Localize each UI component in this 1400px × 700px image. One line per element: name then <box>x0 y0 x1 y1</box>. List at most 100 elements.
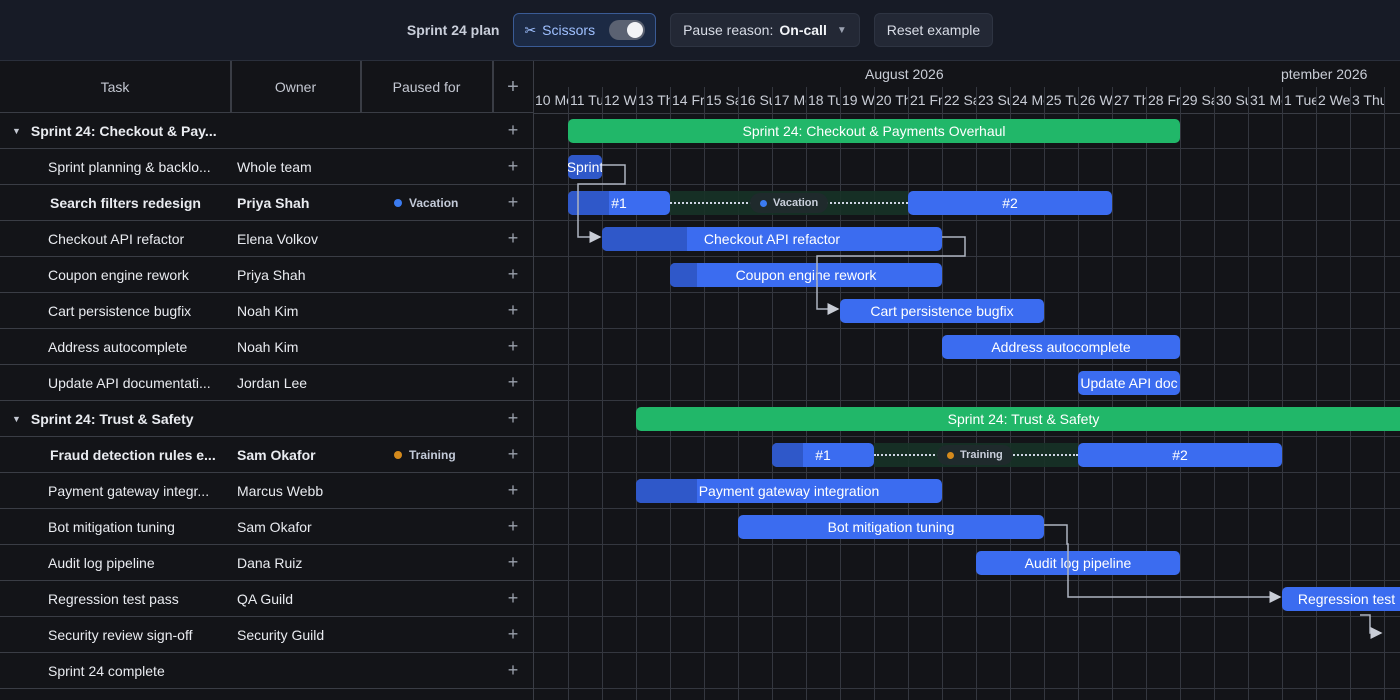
task-cell[interactable]: Audit log pipeline <box>0 545 230 580</box>
owner-cell[interactable] <box>237 653 357 688</box>
task-cell[interactable]: Payment gateway integr... <box>0 473 230 508</box>
paused-cell[interactable]: Training <box>394 437 494 472</box>
chevron-down-icon: ▼ <box>836 24 847 36</box>
add-subtask-button[interactable]: + <box>493 113 533 148</box>
task-row[interactable]: Security review sign-off Security Guild + <box>0 617 533 653</box>
task-row[interactable]: Coupon engine rework Priya Shah + <box>0 257 533 293</box>
pause-reason-dropdown[interactable]: Pause reason: On-call ▼ <box>670 13 860 47</box>
add-subtask-button[interactable]: + <box>493 509 533 544</box>
task-row[interactable]: Cart persistence bugfix Noah Kim + <box>0 293 533 329</box>
task-cell[interactable]: Search filters redesign <box>0 185 230 220</box>
task-cell[interactable]: Address autocomplete <box>0 329 230 364</box>
owner-cell[interactable]: Marcus Webb <box>237 473 357 508</box>
column-header-owner[interactable]: Owner <box>231 61 361 113</box>
task-cell[interactable]: Bot mitigation tuning <box>0 509 230 544</box>
add-subtask-button[interactable]: + <box>493 221 533 256</box>
owner-cell[interactable] <box>237 401 357 436</box>
task-cell[interactable]: Regression test pass <box>0 581 230 616</box>
paused-cell[interactable] <box>394 257 494 292</box>
owner-cell[interactable]: Jordan Lee <box>237 365 357 400</box>
task-row[interactable]: Checkout API refactor Elena Volkov + <box>0 221 533 257</box>
add-subtask-button[interactable]: + <box>493 401 533 436</box>
task-cell[interactable]: Coupon engine rework <box>0 257 230 292</box>
task-cell[interactable]: Sprint 24 complete <box>0 653 230 688</box>
add-subtask-button[interactable]: + <box>493 329 533 364</box>
column-divider[interactable] <box>231 61 232 113</box>
add-subtask-button[interactable]: + <box>493 437 533 472</box>
group-row[interactable]: ▼ Sprint 24: Checkout & Pay... + <box>0 113 533 149</box>
reset-example-button[interactable]: Reset example <box>873 13 994 47</box>
column-header-paused[interactable]: Paused for <box>361 61 493 113</box>
paused-cell[interactable] <box>394 149 494 184</box>
add-subtask-button[interactable]: + <box>493 257 533 292</box>
owner-cell[interactable]: Priya Shah <box>237 185 357 220</box>
task-name: Search filters redesign <box>50 194 201 211</box>
owner-cell[interactable]: Dana Ruiz <box>237 545 357 580</box>
paused-cell[interactable] <box>394 329 494 364</box>
paused-cell[interactable] <box>394 473 494 508</box>
add-subtask-button[interactable]: + <box>493 581 533 616</box>
scissors-toggle-button[interactable]: ✂ Scissors <box>513 13 657 47</box>
paused-cell[interactable] <box>394 221 494 256</box>
column-divider[interactable] <box>493 61 494 113</box>
add-subtask-button[interactable]: + <box>493 473 533 508</box>
owner-cell[interactable]: Noah Kim <box>237 293 357 328</box>
column-divider[interactable] <box>361 61 362 113</box>
paused-cell[interactable] <box>394 653 494 688</box>
task-cell[interactable]: Cart persistence bugfix <box>0 293 230 328</box>
pause-reason: Vacation <box>409 195 459 210</box>
dependency-link <box>1044 524 1282 603</box>
add-subtask-button[interactable]: + <box>493 617 533 652</box>
task-cell[interactable]: ▼ Sprint 24: Trust & Safety <box>0 401 230 436</box>
group-row[interactable]: ▼ Sprint 24: Trust & Safety + <box>0 401 533 437</box>
task-row[interactable]: Address autocomplete Noah Kim + <box>0 329 533 365</box>
task-row[interactable]: Sprint 24 complete + <box>0 653 533 689</box>
task-cell[interactable]: Fraud detection rules e... <box>0 437 230 472</box>
add-subtask-button[interactable]: + <box>493 545 533 580</box>
paused-cell[interactable] <box>394 545 494 580</box>
scissors-switch[interactable] <box>609 20 646 40</box>
owner-cell[interactable]: QA Guild <box>237 581 357 616</box>
add-subtask-button[interactable]: + <box>493 365 533 400</box>
paused-cell[interactable] <box>394 581 494 616</box>
owner-cell[interactable]: Elena Volkov <box>237 221 357 256</box>
task-row[interactable]: Fraud detection rules e... Sam Okafor Trai… <box>0 437 533 473</box>
paused-cell[interactable] <box>394 365 494 400</box>
paused-cell[interactable] <box>394 617 494 652</box>
owner-cell[interactable] <box>237 113 357 148</box>
collapse-caret-icon[interactable]: ▼ <box>12 414 21 424</box>
owner-cell[interactable]: Security Guild <box>237 617 357 652</box>
task-row[interactable]: Update API documentati... Jordan Lee + <box>0 365 533 401</box>
paused-cell[interactable] <box>394 401 494 436</box>
paused-cell[interactable] <box>394 293 494 328</box>
add-subtask-button[interactable]: + <box>493 653 533 688</box>
dependency-link <box>816 236 966 315</box>
owner-cell[interactable]: Priya Shah <box>237 257 357 292</box>
add-subtask-button[interactable]: + <box>493 185 533 220</box>
paused-cell[interactable] <box>394 113 494 148</box>
task-row[interactable]: Regression test pass QA Guild + <box>0 581 533 617</box>
task-cell[interactable]: Security review sign-off <box>0 617 230 652</box>
owner-cell[interactable]: Sam Okafor <box>237 437 357 472</box>
column-header-task[interactable]: Task <box>0 61 231 113</box>
paused-cell[interactable] <box>394 509 494 544</box>
task-cell[interactable]: ▼ Sprint 24: Checkout & Pay... <box>0 113 230 148</box>
owner-cell[interactable]: Noah Kim <box>237 329 357 364</box>
task-row[interactable]: Sprint planning & backlo... Whole team + <box>0 149 533 185</box>
owner-cell[interactable]: Sam Okafor <box>237 509 357 544</box>
task-row[interactable]: Search filters redesign Priya Shah Vacatio… <box>0 185 533 221</box>
task-cell[interactable]: Sprint planning & backlo... <box>0 149 230 184</box>
owner-cell[interactable]: Whole team <box>237 149 357 184</box>
task-row[interactable]: Bot mitigation tuning Sam Okafor + <box>0 509 533 545</box>
task-cell[interactable]: Checkout API refactor <box>0 221 230 256</box>
task-row[interactable]: Audit log pipeline Dana Ruiz + <box>0 545 533 581</box>
add-subtask-button[interactable]: + <box>493 293 533 328</box>
add-subtask-button[interactable]: + <box>493 149 533 184</box>
task-row[interactable]: Payment gateway integr... Marcus Webb + <box>0 473 533 509</box>
pause-reason-value: On-call <box>779 22 827 38</box>
add-column-button[interactable]: + <box>493 61 533 113</box>
task-name: Sprint 24: Trust & Safety <box>30 410 194 427</box>
collapse-caret-icon[interactable]: ▼ <box>12 126 21 136</box>
task-cell[interactable]: Update API documentati... <box>0 365 230 400</box>
paused-cell[interactable]: Vacation <box>394 185 494 220</box>
